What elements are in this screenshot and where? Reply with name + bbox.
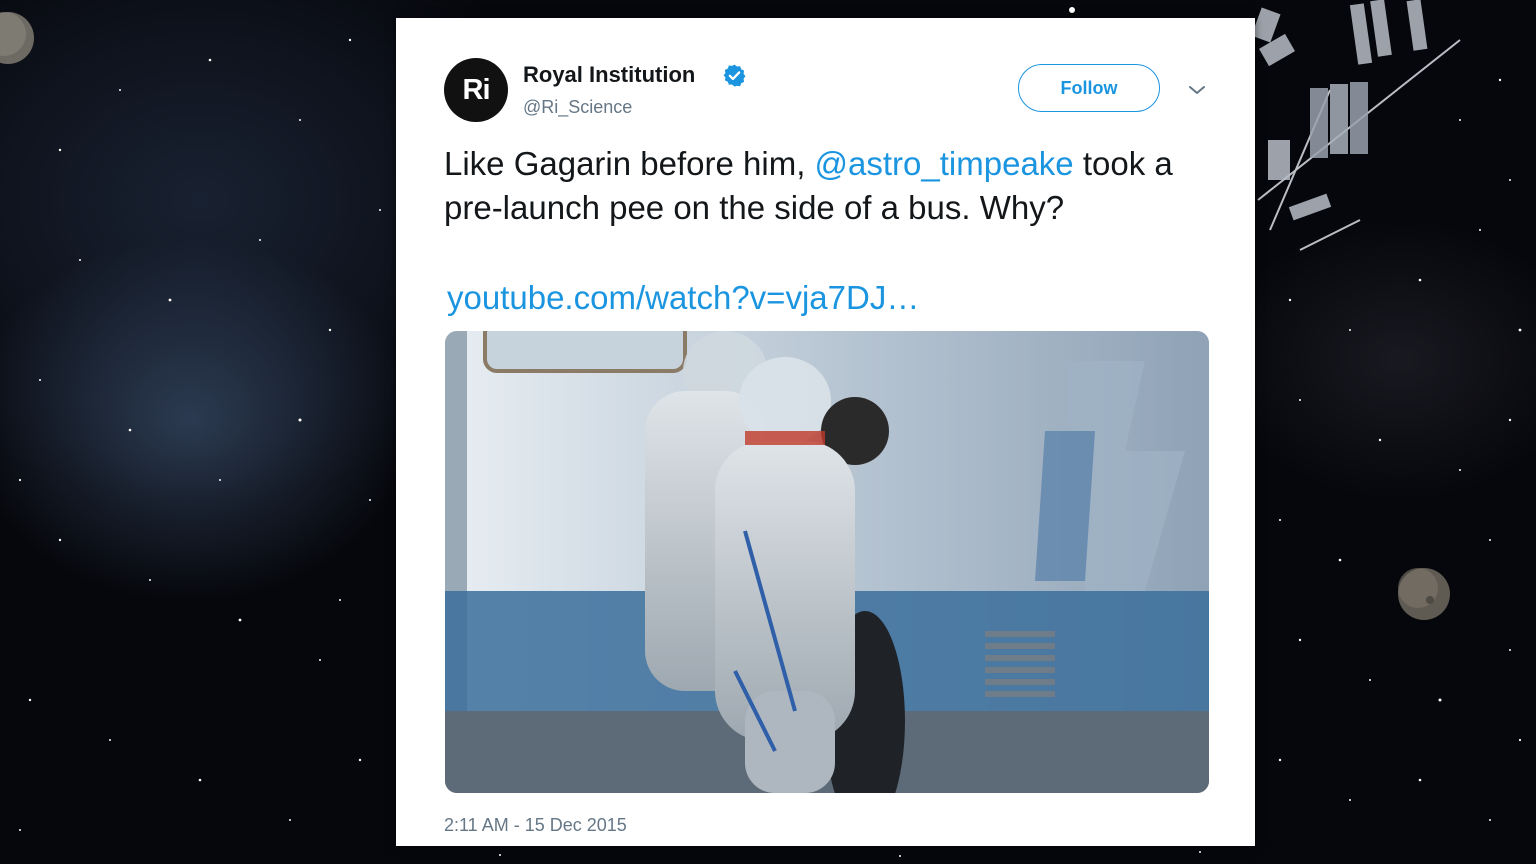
avatar[interactable]: Ri bbox=[444, 58, 508, 122]
follow-button[interactable]: Follow bbox=[1018, 64, 1160, 112]
bus-photo-illustration bbox=[445, 331, 1209, 793]
chevron-down-icon[interactable] bbox=[1186, 82, 1208, 98]
verified-badge-icon bbox=[723, 64, 746, 87]
space-background: Ri Royal Institution @Ri_Science Follow … bbox=[0, 0, 1536, 864]
user-handle[interactable]: @Ri_Science bbox=[523, 97, 632, 118]
tweet-photo[interactable] bbox=[445, 331, 1209, 793]
tweet-text-part1: Like Gagarin before him, bbox=[444, 145, 815, 182]
youtube-link[interactable]: youtube.com/watch?v=vja7DJ… bbox=[447, 276, 919, 320]
mention-link[interactable]: @astro_timpeake bbox=[815, 145, 1074, 182]
tweet-card: Ri Royal Institution @Ri_Science Follow … bbox=[396, 18, 1255, 846]
tweet-text: Like Gagarin before him, @astro_timpeake… bbox=[444, 142, 1224, 230]
tweet-timestamp[interactable]: 2:11 AM - 15 Dec 2015 bbox=[444, 815, 627, 836]
display-name[interactable]: Royal Institution bbox=[523, 62, 695, 88]
